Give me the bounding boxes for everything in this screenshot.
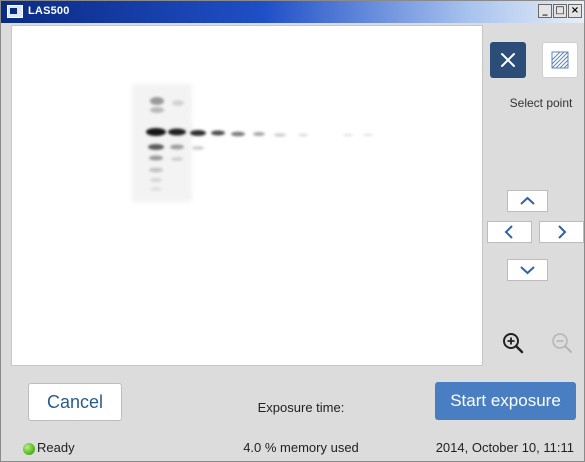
pan-up-button[interactable] bbox=[507, 190, 548, 212]
image-preview-panel[interactable] bbox=[11, 25, 483, 366]
pan-right-button[interactable] bbox=[539, 221, 584, 243]
hatch-icon bbox=[551, 51, 569, 69]
select-point-label: Select point bbox=[509, 96, 573, 110]
chevron-left-icon bbox=[504, 225, 513, 239]
zoom-out-icon bbox=[552, 333, 572, 353]
cancel-button[interactable]: Cancel bbox=[28, 383, 122, 421]
select-area-button[interactable] bbox=[542, 42, 578, 78]
exposure-time-label: Exposure time: bbox=[257, 400, 345, 415]
zoom-in-icon bbox=[503, 333, 524, 354]
chevron-up-icon bbox=[520, 196, 535, 205]
zoom-in-button[interactable] bbox=[498, 328, 528, 358]
close-window-button[interactable]: × bbox=[568, 4, 582, 18]
minimize-button[interactable]: _ bbox=[538, 4, 552, 18]
chevron-right-icon bbox=[558, 225, 567, 239]
blot-image bbox=[132, 84, 373, 202]
zoom-out-button[interactable] bbox=[547, 328, 577, 358]
app-icon bbox=[7, 5, 23, 18]
date-time: 2014, October 10, 11:11 bbox=[435, 440, 574, 455]
memory-usage: 4.0 % memory used bbox=[243, 440, 359, 455]
las500-window: LAS500 _ □ × Select point Cancel Exposur… bbox=[0, 0, 585, 462]
chevron-down-icon bbox=[520, 266, 535, 275]
status-text: Ready bbox=[37, 440, 75, 455]
title-bar[interactable]: LAS500 _ □ × bbox=[1, 1, 584, 23]
clear-selection-button[interactable] bbox=[490, 42, 526, 78]
maximize-button[interactable]: □ bbox=[553, 4, 567, 18]
window-title: LAS500 bbox=[28, 5, 70, 17]
start-exposure-button[interactable]: Start exposure bbox=[435, 382, 576, 420]
window-controls: _ □ × bbox=[538, 4, 582, 18]
status-indicator-icon bbox=[23, 443, 35, 455]
x-icon bbox=[501, 53, 515, 67]
pan-left-button[interactable] bbox=[487, 221, 532, 243]
pan-down-button[interactable] bbox=[507, 259, 548, 281]
